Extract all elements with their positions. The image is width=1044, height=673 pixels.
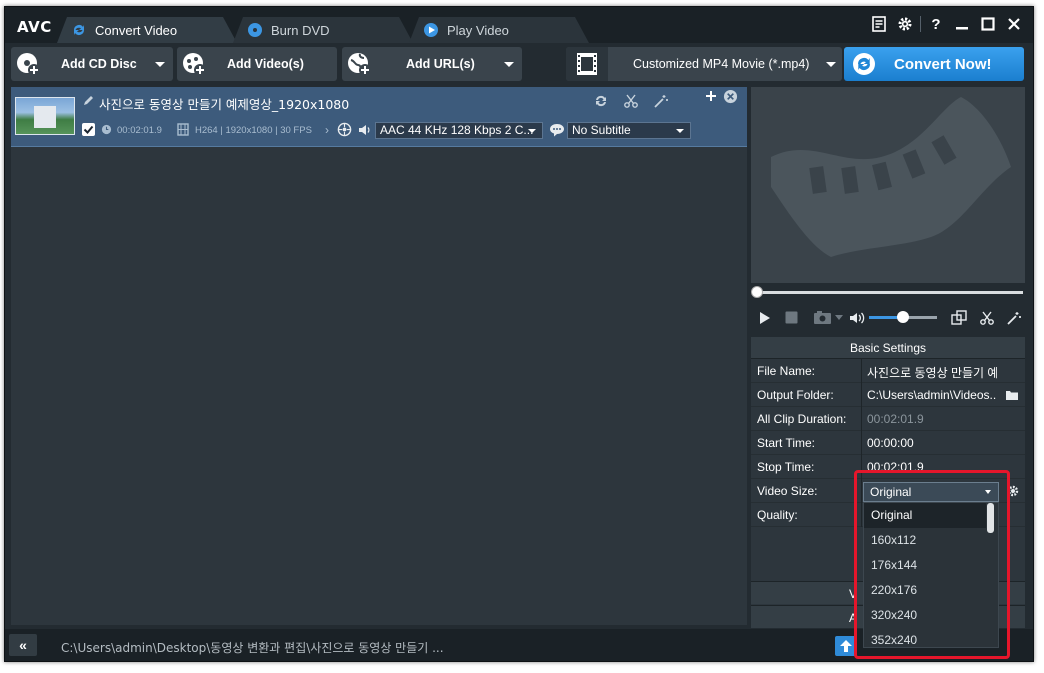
audio-track-value: AAC 44 KHz 128 Kbps 2 C... xyxy=(380,123,534,137)
setting-label: Video Size: xyxy=(757,484,818,498)
file-name-field[interactable]: 사진으로 동영상 만들기 예... xyxy=(867,364,997,381)
folder-icon[interactable] xyxy=(1005,389,1019,401)
chevron-down-icon[interactable] xyxy=(155,62,165,67)
play-icon[interactable] xyxy=(759,311,771,325)
chevron-down-icon xyxy=(676,129,684,133)
seek-handle[interactable] xyxy=(751,286,763,298)
stop-icon[interactable] xyxy=(785,311,798,324)
help-icon[interactable]: ? xyxy=(923,13,949,35)
scissors-icon[interactable] xyxy=(623,93,639,109)
subtitle-value: No Subtitle xyxy=(572,123,631,137)
play-circle-icon xyxy=(423,22,439,38)
settings-header[interactable]: Basic Settings xyxy=(751,337,1025,359)
checkmark-icon xyxy=(83,125,94,134)
notes-icon[interactable] xyxy=(866,13,892,35)
playback-controls xyxy=(751,303,1025,333)
highlight-box xyxy=(854,470,1010,659)
convert-icon xyxy=(71,22,87,38)
speaker-icon xyxy=(359,125,370,135)
clock-icon xyxy=(101,124,112,135)
maximize-icon[interactable] xyxy=(975,13,1001,35)
setting-label: Start Time: xyxy=(757,436,816,450)
output-profile-select[interactable]: Customized MP4 Movie (*.mp4) xyxy=(566,47,842,81)
audio-track-select[interactable]: AAC 44 KHz 128 Kbps 2 C... xyxy=(375,122,543,139)
cd-add-icon xyxy=(17,53,40,76)
setting-label: Output Folder: xyxy=(757,388,834,402)
pencil-icon[interactable] xyxy=(83,94,95,106)
refresh-icon xyxy=(853,53,875,75)
globe-add-icon xyxy=(348,53,371,76)
scissors-icon[interactable] xyxy=(979,310,995,326)
volume-icon[interactable] xyxy=(849,311,867,325)
setting-label: Stop Time: xyxy=(757,460,815,474)
plus-icon[interactable] xyxy=(705,90,717,102)
tab-play-video[interactable]: Play Video xyxy=(409,17,589,43)
sync-icon[interactable] xyxy=(593,93,609,109)
setting-row-file-name: File Name: 사진으로 동영상 만들기 예... xyxy=(751,359,1025,383)
file-list[interactable]: 사진으로 동영상 만들기 예제영상_1920x1080 00:02:01.9 H… xyxy=(11,87,747,625)
film-strip-icon xyxy=(566,47,608,81)
seek-bar[interactable] xyxy=(751,286,1025,298)
tab-burn-dvd[interactable]: Burn DVD xyxy=(233,17,413,43)
file-name[interactable]: 사진으로 동영상 만들기 예제영상_1920x1080 xyxy=(99,94,349,113)
chevron-down-icon[interactable] xyxy=(826,62,836,67)
add-videos-label: Add Video(s) xyxy=(227,57,304,71)
disc-icon xyxy=(247,22,263,38)
convert-now-label: Convert Now! xyxy=(894,56,992,73)
add-url-label: Add URL(s) xyxy=(406,57,475,71)
window-controls: ? xyxy=(866,13,1027,35)
add-cd-disc-button[interactable]: Add CD Disc xyxy=(11,47,173,81)
profile-label: Customized MP4 Movie (*.mp4) xyxy=(633,57,810,71)
video-info-text: H264 | 1920x1080 | 30 FPS xyxy=(195,125,312,136)
film-reel-icon xyxy=(771,97,1011,257)
seek-track xyxy=(755,291,1023,294)
duration-text: 00:02:01.9 xyxy=(117,125,162,136)
snapshot-icon[interactable] xyxy=(813,310,833,326)
tab-label: Burn DVD xyxy=(271,22,330,38)
output-folder-field[interactable]: C:\Users\admin\Videos... xyxy=(867,388,997,402)
setting-row-start-time: Start Time: 00:00:00 xyxy=(751,431,1025,455)
separator xyxy=(920,16,921,32)
close-icon[interactable] xyxy=(1001,13,1027,35)
convert-now-button[interactable]: Convert Now! xyxy=(844,47,1024,81)
tab-label: Convert Video xyxy=(95,22,178,38)
add-videos-button[interactable]: Add Video(s) xyxy=(177,47,337,81)
setting-label: Quality: xyxy=(757,508,798,522)
film-icon xyxy=(177,123,189,136)
item-checkbox[interactable] xyxy=(82,123,95,136)
collapse-button[interactable]: « xyxy=(9,634,37,656)
gear-icon[interactable] xyxy=(892,13,918,35)
subtitle-icon xyxy=(550,124,564,137)
title-bar: AVC Convert Video Burn DVD Play Video ? xyxy=(5,7,1033,43)
setting-label: File Name: xyxy=(757,364,816,378)
minimize-icon[interactable] xyxy=(949,13,975,35)
remove-icon[interactable] xyxy=(723,89,738,104)
film-add-icon xyxy=(183,53,206,76)
chevron-down-icon xyxy=(528,129,536,133)
toolbar: Add CD Disc Add Video(s) Add URL(s) Cust… xyxy=(5,43,1033,89)
setting-row-output-folder: Output Folder: C:\Users\admin\Videos... xyxy=(751,383,1025,407)
setting-label: All Clip Duration: xyxy=(757,412,847,426)
volume-handle[interactable] xyxy=(897,311,909,323)
chevron-right-icon: › xyxy=(325,123,329,137)
app-logo: AVC xyxy=(17,18,52,36)
crop-icon[interactable] xyxy=(951,310,967,326)
tab-label: Play Video xyxy=(447,22,509,38)
magic-wand-icon[interactable] xyxy=(1006,310,1022,326)
magic-wand-icon[interactable] xyxy=(653,93,669,109)
tab-convert-video[interactable]: Convert Video xyxy=(57,17,237,43)
add-cd-disc-label: Add CD Disc xyxy=(61,57,137,71)
chevron-down-icon[interactable] xyxy=(504,62,514,67)
start-time-field[interactable]: 00:00:00 xyxy=(867,436,997,450)
output-path-text: C:\Users\admin\Desktop\동영상 변환과 편집\사진으로 동… xyxy=(61,641,444,655)
setting-row-all-clip-duration: All Clip Duration: 00:02:01.9 xyxy=(751,407,1025,431)
audio-track-icon xyxy=(337,122,352,137)
all-clip-duration-value: 00:02:01.9 xyxy=(867,412,924,426)
video-thumbnail xyxy=(15,97,75,135)
list-item[interactable]: 사진으로 동영상 만들기 예제영상_1920x1080 00:02:01.9 H… xyxy=(11,87,747,147)
add-url-button[interactable]: Add URL(s) xyxy=(342,47,522,81)
video-preview xyxy=(751,87,1025,283)
chevron-down-icon[interactable] xyxy=(835,315,843,320)
subtitle-select[interactable]: No Subtitle xyxy=(567,122,691,139)
